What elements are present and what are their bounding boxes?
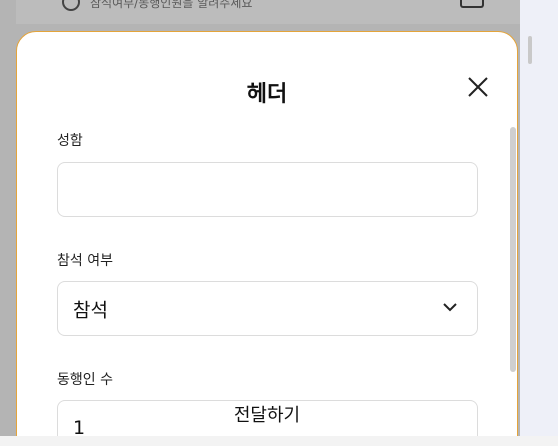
rsvp-modal: 헤더 성함 참석 여부 참석 동행인 수 1 전달하기 — [16, 31, 518, 446]
background-row-text: 참석여부/동행인원을 알려주세요 — [90, 0, 253, 10]
radio-icon — [62, 0, 80, 11]
modal-scrollbar[interactable] — [510, 127, 516, 372]
companions-label: 동행인 수 — [57, 372, 113, 388]
chevron-down-icon — [443, 303, 457, 312]
close-icon — [468, 77, 488, 97]
close-button[interactable] — [467, 76, 489, 98]
background-row: 참석여부/동행인원을 알려주세요 — [62, 0, 480, 12]
attendance-select[interactable]: 참석 — [57, 281, 478, 336]
attendance-selected-value: 참석 — [73, 299, 108, 321]
modal-title: 헤더 — [246, 82, 288, 107]
attendance-label: 참석 여부 — [57, 253, 113, 269]
submit-button[interactable]: 전달하기 — [17, 401, 517, 427]
background-card: 참석여부/동행인원을 알려주세요 — [16, 0, 520, 24]
page-scrollbar[interactable] — [528, 36, 532, 64]
name-label: 성함 — [57, 133, 83, 149]
tray-icon — [460, 0, 484, 8]
name-input[interactable] — [57, 162, 478, 217]
page-horizontal-scrollbar[interactable] — [0, 436, 558, 446]
